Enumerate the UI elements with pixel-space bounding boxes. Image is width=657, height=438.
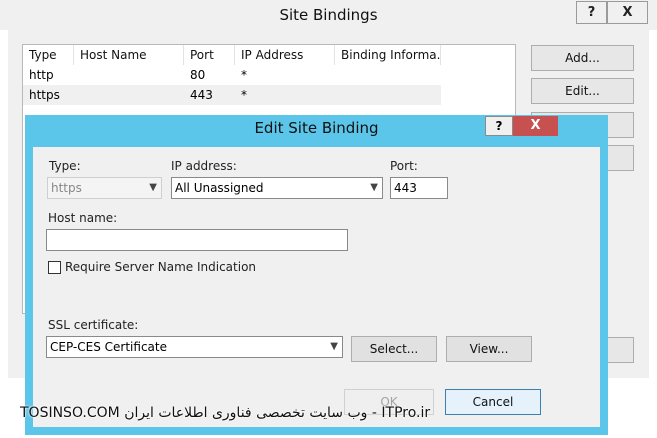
sni-label: Require Server Name Indication: [65, 260, 257, 274]
column-header-port[interactable]: Port: [184, 45, 235, 65]
column-header-host-name[interactable]: Host Name: [74, 45, 184, 65]
ssl-certificate-label: SSL certificate:: [48, 318, 139, 332]
type-label: Type:: [49, 159, 81, 173]
ip-address-label: IP address:: [171, 159, 237, 173]
chevron-down-icon: ▼: [149, 182, 157, 193]
type-select[interactable]: https ▼: [47, 177, 162, 199]
ssl-certificate-value: CEP-CES Certificate: [50, 340, 167, 354]
port-label: Port:: [390, 159, 418, 173]
edit-button[interactable]: Edit...: [531, 78, 634, 104]
row-port: 443: [190, 88, 213, 102]
select-certificate-button[interactable]: Select...: [351, 336, 437, 362]
ip-address-select[interactable]: All Unassigned ▼: [171, 177, 383, 199]
column-header-binding-information[interactable]: Binding Informa...: [335, 45, 441, 65]
column-header-ip-address[interactable]: IP Address: [235, 45, 335, 65]
dialog-help-button[interactable]: ?: [485, 116, 513, 136]
ip-address-value: All Unassigned: [175, 181, 264, 195]
add-button[interactable]: Add...: [531, 45, 634, 71]
view-certificate-button[interactable]: View...: [446, 336, 532, 362]
edit-site-binding-dialog: Edit Site Binding ? X: [25, 115, 608, 435]
port-field[interactable]: 443: [390, 177, 448, 199]
row-port: 80: [190, 68, 206, 82]
table-row[interactable]: https 443 *: [23, 85, 441, 105]
close-window-button[interactable]: X: [607, 1, 648, 24]
chevron-down-icon: ▼: [370, 182, 378, 193]
host-name-field[interactable]: [46, 229, 348, 251]
column-header-type[interactable]: Type: [23, 45, 74, 65]
type-value: https: [51, 181, 82, 195]
row-ip: *: [241, 68, 247, 82]
site-bindings-titlebar: Site Bindings ? X: [0, 0, 657, 30]
row-type: http: [29, 68, 54, 82]
sni-checkbox[interactable]: [48, 261, 61, 274]
dialog-close-button[interactable]: X: [513, 116, 558, 136]
watermark-text: TOSINSO.COM وب سایت تخصصی فناوری اطلاعات…: [20, 405, 431, 421]
host-name-label: Host name:: [48, 211, 118, 225]
chevron-down-icon: ▼: [330, 341, 338, 352]
ssl-certificate-select[interactable]: CEP-CES Certificate ▼: [46, 336, 343, 358]
table-row[interactable]: http 80 *: [23, 65, 441, 85]
row-ip: *: [241, 88, 247, 102]
row-type: https: [29, 88, 60, 102]
site-bindings-title: Site Bindings: [279, 6, 378, 24]
help-button[interactable]: ?: [576, 1, 607, 24]
